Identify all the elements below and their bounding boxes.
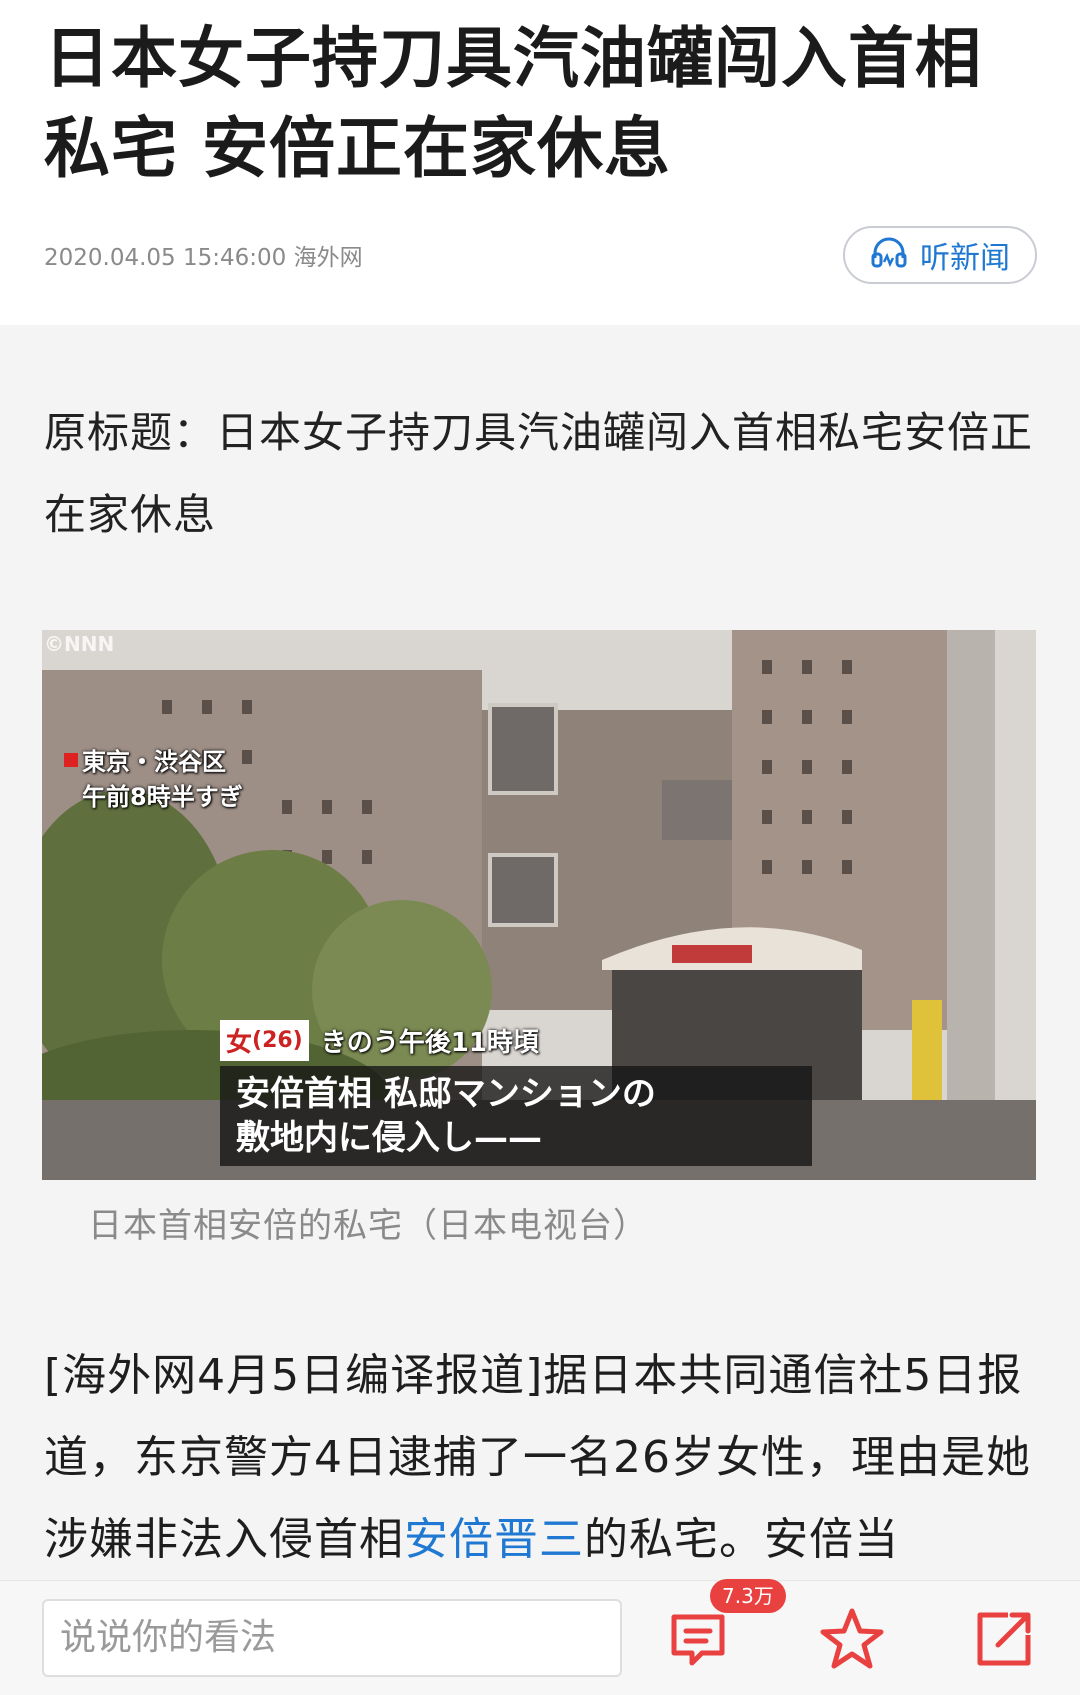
red-square-icon <box>64 752 78 767</box>
comment-input[interactable]: 说说你的看法 <box>42 1599 622 1677</box>
person-tag: 女 <box>226 1027 253 1058</box>
article-header: 日本女子持刀具汽油罐闯入首相私宅 安倍正在家休息 2020.04.05 15:4… <box>0 0 1080 325</box>
comment-button[interactable] <box>662 1603 734 1675</box>
original-title: 原标题：日本女子持刀具汽油罐闯入首相私宅安倍正在家休息 <box>44 408 1034 539</box>
comment-count-badge: 7.3万 <box>710 1579 786 1613</box>
article-title: 日本女子持刀具汽油罐闯入首相私宅 安倍正在家休息 <box>44 20 982 187</box>
location-block: 東京・渋谷区 午前8時半すぎ <box>64 742 243 812</box>
person-age: (26) <box>252 1027 303 1053</box>
headline-line-1: 安倍首相 私邸マンションの <box>236 1074 656 1114</box>
publish-time: 2020.04.05 15:46:00 <box>44 245 287 271</box>
headline-line-2: 敷地内に侵入し—— <box>236 1118 542 1158</box>
publish-source: 海外网 <box>293 245 363 271</box>
star-icon <box>816 1608 888 1679</box>
share-icon <box>968 1612 1040 1679</box>
article-meta: 2020.04.05 15:46:00 海外网 <box>44 238 363 272</box>
when-label: きのう午後11時頃 <box>320 1027 539 1058</box>
headline-box: 安倍首相 私邸マンションの 敷地内に侵入し—— <box>220 1066 812 1166</box>
bottom-bar: 说说你的看法 7.3万 <box>0 1579 1080 1695</box>
favorite-button[interactable] <box>816 1603 888 1675</box>
person-link[interactable]: 安倍晋三 <box>404 1514 584 1565</box>
location-label: 東京・渋谷区 <box>82 748 226 776</box>
comment-icon <box>662 1614 734 1679</box>
time-label: 午前8時半すぎ <box>82 783 243 811</box>
share-button[interactable] <box>968 1603 1040 1675</box>
news-caption-box: 女 (26) きのう午後11時頃 安倍首相 私邸マンションの 敷地内に侵入し—— <box>220 1018 820 1166</box>
listen-news-label: 听新闻 <box>920 241 1010 276</box>
image-caption: 日本首相安倍的私宅（日本电视台） <box>88 1206 648 1246</box>
article-body: [海外网4月5日编译报道]据日本共同通信社5日报道，东京警方4日逮捕了一名26岁… <box>44 1335 1044 1581</box>
photo-watermark: ©NNN <box>44 632 115 656</box>
article-photo[interactable]: ©NNN 東京・渋谷区 午前8時半すぎ 女 (26) きのう午後11時頃 安倍首… <box>42 630 1036 1180</box>
headphones-icon <box>870 236 908 274</box>
body-text-part-2: 的私宅。安倍当 <box>584 1514 899 1565</box>
listen-news-button[interactable]: 听新闻 <box>843 226 1037 284</box>
